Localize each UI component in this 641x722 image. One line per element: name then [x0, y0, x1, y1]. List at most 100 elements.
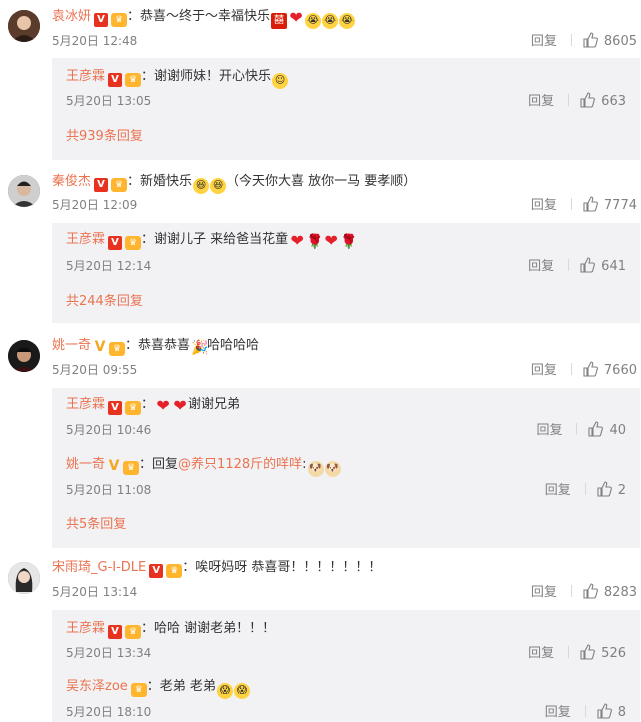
reply-username[interactable]: 吴东泽zoe: [66, 679, 128, 694]
comment-text: 新婚快乐: [140, 174, 193, 189]
colon: ：: [141, 69, 155, 84]
reply-text-after: :: [302, 457, 307, 472]
thumbs-up-icon[interactable]: [596, 703, 612, 719]
reply-username[interactable]: 王彦霖: [66, 621, 105, 636]
verified-badge-icon: V: [149, 564, 164, 578]
avatar[interactable]: [8, 10, 40, 42]
comment-username[interactable]: 秦俊杰: [52, 174, 91, 189]
avatar[interactable]: [8, 562, 40, 594]
reply-time: 5月20日 11:08: [66, 483, 152, 497]
heart-icon: ❤: [289, 8, 303, 27]
avatar[interactable]: [8, 175, 40, 207]
reply-button[interactable]: 回复: [531, 585, 557, 600]
like-count: 8283: [603, 585, 637, 600]
divider: [570, 363, 572, 375]
reply-button[interactable]: 回复: [531, 34, 557, 49]
vip-crown-icon: ♛: [130, 683, 147, 697]
thumbs-up-icon[interactable]: [582, 583, 598, 599]
reply-username[interactable]: 姚一奇: [66, 457, 105, 472]
divider: [584, 705, 586, 717]
divider: [568, 646, 570, 658]
comment-username[interactable]: 宋雨琦_G-I-DLE: [52, 560, 146, 575]
verified-badge-icon: V: [108, 73, 123, 87]
rose-icon: 🌹: [340, 234, 358, 250]
reply-button[interactable]: 回复: [531, 198, 557, 213]
comment-text-after: （今天你大喜 放你一马 要孝顺）: [226, 174, 417, 189]
like-count: 641: [601, 259, 626, 274]
vip-crown-icon: ♛: [125, 625, 142, 639]
reply-button[interactable]: 回复: [531, 363, 557, 378]
thumbs-up-icon[interactable]: [596, 481, 612, 497]
reply-text: 回复: [152, 457, 179, 472]
reply-button[interactable]: 回复: [545, 705, 571, 720]
vip-crown-icon: ♛: [125, 236, 142, 250]
verified-badge-icon: V: [108, 401, 123, 415]
comment-actions: 回复 7660: [531, 361, 637, 380]
thumbs-up-icon[interactable]: [582, 196, 598, 212]
reply-box: 王彦霖 V ♛ ：谢谢儿子 来给爸当花童 ❤ 🌹❤ 🌹 5月20日 12:14 回复 641 …: [52, 223, 640, 323]
more-replies-link[interactable]: 共939条回复: [66, 128, 143, 146]
verified-badge-icon: V: [94, 339, 106, 355]
vip-crown-icon: ♛: [166, 564, 183, 578]
scream-icon: 😱: [216, 683, 233, 699]
comment-time: 5月20日 12:09: [52, 198, 138, 212]
reply-button[interactable]: 回复: [528, 259, 554, 274]
more-replies-link[interactable]: 共5条回复: [66, 516, 126, 534]
reply-time: 5月20日 18:10: [66, 705, 152, 719]
thumbs-up-icon[interactable]: [582, 361, 598, 377]
thumbs-up-icon[interactable]: [579, 92, 596, 108]
reply-box: 王彦霖 V ♛ ：哈哈 谢谢老弟！！！ 5月20日 13:34 回复 526 吴东泽zo…: [52, 610, 640, 722]
vip-crown-icon: ♛: [123, 461, 140, 475]
reply-actions: 回复 526: [528, 644, 626, 663]
colon: ：: [139, 457, 153, 472]
heart-icon: ❤: [173, 396, 187, 415]
reply-button[interactable]: 回复: [528, 646, 554, 661]
divider: [570, 198, 572, 210]
comment-username[interactable]: 姚一奇: [52, 338, 91, 353]
reply-username[interactable]: 王彦霖: [66, 397, 105, 412]
like-count: 7774: [603, 198, 637, 213]
thumbs-up-icon[interactable]: [579, 644, 596, 660]
verified-badge-icon: V: [108, 236, 123, 250]
crying-face-icon: 😭: [322, 13, 339, 29]
reply-button[interactable]: 回复: [536, 423, 562, 438]
reply-username[interactable]: 王彦霖: [66, 232, 105, 247]
dog-icon: 🐶: [307, 461, 324, 477]
colon: ：: [182, 560, 196, 575]
thumbs-up-icon[interactable]: [579, 257, 596, 273]
reply-username[interactable]: 王彦霖: [66, 69, 105, 84]
reply-button[interactable]: 回复: [545, 483, 571, 498]
like-count: 8: [617, 705, 626, 720]
reply-actions: 回复 40: [536, 421, 626, 440]
colon: ：: [141, 232, 155, 247]
vip-crown-icon: ♛: [111, 13, 128, 27]
comment-item: 秦俊杰 V ♛ ：新婚快乐 😆 😆 （今天你大喜 放你一马 要孝顺） 5月20日 12:09…: [0, 165, 641, 325]
colon: ：: [125, 338, 139, 353]
divider: [570, 34, 572, 46]
divider: [570, 585, 572, 597]
comment-time: 5月20日 09:55: [52, 363, 138, 377]
comment-username[interactable]: 袁冰妍: [52, 9, 91, 24]
heart-icon: ❤: [324, 231, 338, 250]
like-count: 526: [601, 646, 626, 661]
reply-text: 谢谢师妹！开心快乐: [154, 69, 272, 84]
mention-link[interactable]: @养只1128斤的咩咩: [178, 457, 302, 472]
avatar-photo-icon: [8, 340, 40, 372]
thumbs-up-icon[interactable]: [582, 32, 598, 48]
thumbs-up-icon[interactable]: [587, 421, 604, 437]
colon: ：: [141, 621, 155, 636]
reply-actions: 回复 641: [528, 257, 626, 276]
verified-badge-icon: V: [108, 625, 123, 639]
like-count: 8605: [603, 34, 637, 49]
reply-button[interactable]: 回复: [528, 94, 554, 109]
scream-icon: 😱: [233, 683, 250, 699]
avatar[interactable]: [8, 340, 40, 372]
divider: [568, 94, 570, 106]
comment-actions: 回复 8605: [531, 32, 637, 51]
more-replies-link[interactable]: 共244条回复: [66, 293, 143, 311]
vip-crown-icon: ♛: [125, 73, 142, 87]
comment-actions: 回复 7774: [531, 196, 637, 215]
avatar-photo-icon: [8, 175, 40, 207]
reply-actions: 回复 663: [528, 92, 626, 111]
divider: [568, 259, 570, 271]
